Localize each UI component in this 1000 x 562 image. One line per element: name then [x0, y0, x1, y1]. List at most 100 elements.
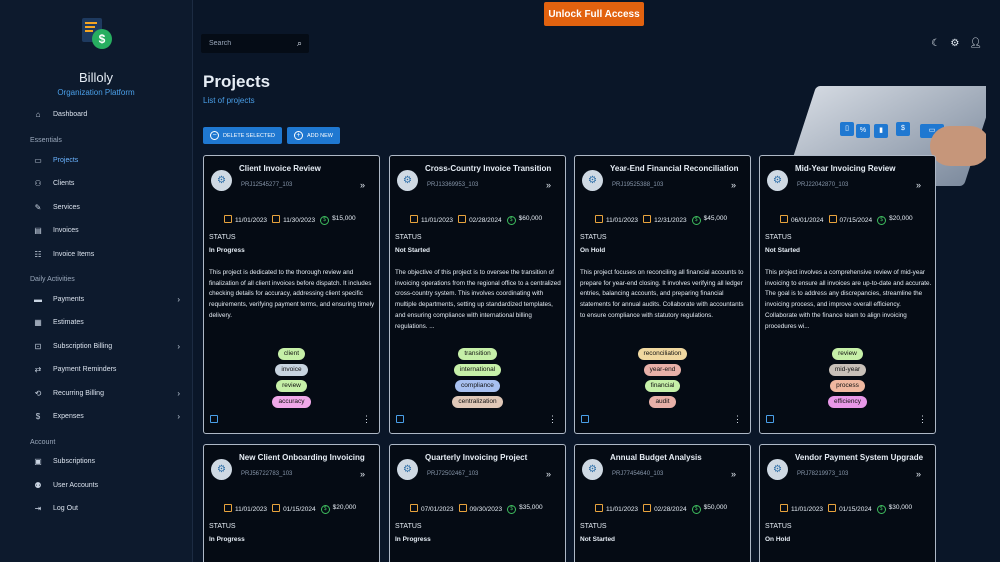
- tag[interactable]: accuracy: [272, 396, 311, 408]
- status-label: STATUS: [765, 523, 792, 530]
- select-checkbox[interactable]: [210, 415, 218, 423]
- sidebar-item-label: Payment Reminders: [53, 365, 117, 373]
- project-meta: 11/01/2023 01/15/2024 $ $20,000: [224, 503, 356, 514]
- user-icon[interactable]: 👤︎: [969, 38, 982, 49]
- sidebar-item-subscription-billing[interactable]: ⊡ Subscription Billing ›: [33, 339, 188, 353]
- search-box[interactable]: ⌕: [201, 34, 309, 53]
- sidebar-item-payment-reminders[interactable]: ⇄ Payment Reminders: [33, 362, 188, 376]
- select-checkbox[interactable]: [581, 415, 589, 423]
- end-date: 01/15/2024: [283, 506, 316, 513]
- calendar-icon: [458, 504, 467, 512]
- tag[interactable]: compliance: [455, 380, 500, 392]
- project-card[interactable]: ⚙ New Client Onboarding Invoicing PRJ56722…: [203, 444, 380, 562]
- expand-icon[interactable]: »: [916, 469, 921, 479]
- sidebar-item-dashboard[interactable]: ⌂ Dashboard: [33, 107, 188, 121]
- tag[interactable]: invoice: [275, 364, 308, 376]
- tag[interactable]: reconciliation: [637, 348, 688, 360]
- project-card[interactable]: ⚙ Annual Budget Analysis PRJ77454640_103 » 1…: [574, 444, 751, 562]
- section-essentials: Essentials: [30, 137, 62, 144]
- status-label: STATUS: [395, 234, 422, 241]
- tag[interactable]: mid-year: [828, 364, 867, 376]
- status-value: Not Started: [580, 536, 616, 543]
- search-input[interactable]: [209, 40, 289, 47]
- project-card[interactable]: ⚙ Cross-Country Invoice Transition PRJ1336…: [389, 155, 566, 434]
- tag[interactable]: transition: [458, 348, 497, 360]
- sidebar-item-log-out[interactable]: ⇥ Log Out: [33, 501, 188, 515]
- status-label: STATUS: [580, 523, 607, 530]
- project-avatar-icon: ⚙: [767, 170, 788, 191]
- end-date: 09/30/2023: [469, 506, 503, 513]
- section-account: Account: [30, 439, 56, 446]
- project-avatar-icon: ⚙: [582, 170, 603, 191]
- app-logo: $: [78, 18, 114, 54]
- sidebar-item-clients[interactable]: ⚇ Clients: [33, 176, 188, 190]
- tag[interactable]: financial: [644, 380, 681, 392]
- start-date: 11/01/2023: [235, 506, 268, 513]
- tag[interactable]: client: [277, 348, 306, 360]
- page-title: Projects: [203, 72, 271, 91]
- end-date: 12/31/2023: [654, 217, 687, 224]
- delete-selected-button[interactable]: − DELETE SELECTED: [203, 127, 282, 144]
- refresh-card-icon: ⊡: [34, 341, 42, 351]
- expand-icon[interactable]: »: [546, 469, 551, 479]
- more-options-icon[interactable]: ⋮: [362, 414, 371, 425]
- project-avatar-icon: ⚙: [211, 459, 232, 480]
- sidebar-item-invoices[interactable]: ▤ Invoices: [33, 223, 188, 237]
- tag[interactable]: international: [453, 364, 502, 376]
- status-value: On Hold: [580, 247, 606, 254]
- expand-icon[interactable]: »: [360, 469, 365, 479]
- sidebar-item-expenses[interactable]: $ Expenses ›: [33, 409, 188, 423]
- expand-icon[interactable]: »: [916, 180, 921, 190]
- select-checkbox[interactable]: [766, 415, 774, 423]
- calendar-icon: [272, 504, 281, 512]
- end-date: 01/15/2024: [839, 506, 872, 513]
- status-value: On Hold: [765, 536, 791, 543]
- unlock-full-access-button[interactable]: Unlock Full Access: [544, 2, 644, 26]
- status-label: STATUS: [209, 523, 236, 530]
- tag[interactable]: audit: [649, 396, 676, 408]
- project-id: PRJ12545277_103: [241, 182, 293, 188]
- dollar-icon: $: [320, 215, 330, 225]
- sidebar-item-recurring-billing[interactable]: ⟲ Recurring Billing ›: [33, 386, 188, 400]
- tag[interactable]: efficiency: [828, 396, 867, 408]
- expand-icon[interactable]: »: [546, 180, 551, 190]
- sidebar-item-user-accounts[interactable]: ⚉ User Accounts: [33, 478, 188, 492]
- chevron-right-icon: ›: [177, 341, 180, 351]
- project-card[interactable]: ⚙ Client Invoice Review PRJ12545277_103 » 11…: [203, 155, 380, 434]
- sidebar-item-label: Dashboard: [53, 110, 88, 118]
- search-icon[interactable]: ⌕: [297, 38, 302, 49]
- sidebar-item-payments[interactable]: ▬ Payments ›: [33, 292, 188, 306]
- select-checkbox[interactable]: [396, 415, 404, 423]
- brand: $ Billoly Organization Platform: [0, 0, 192, 97]
- more-options-icon[interactable]: ⋮: [733, 414, 742, 425]
- tag[interactable]: centralization: [452, 396, 503, 408]
- more-options-icon[interactable]: ⋮: [918, 414, 927, 425]
- start-date: 11/01/2023: [606, 506, 639, 513]
- sidebar-item-subscriptions[interactable]: ▣ Subscriptions: [33, 454, 188, 468]
- sidebar-item-estimates[interactable]: ▦ Estimates: [33, 315, 188, 329]
- repeat-icon: ⟲: [34, 388, 42, 398]
- sidebar-item-services[interactable]: ✎ Services: [33, 200, 188, 214]
- sidebar-item-invoice-items[interactable]: ☷ Invoice Items: [33, 247, 188, 261]
- tag[interactable]: year-end: [643, 364, 682, 376]
- project-card[interactable]: ⚙ Year-End Financial Reconciliation PRJ195…: [574, 155, 751, 434]
- project-amount: $50,000: [703, 503, 728, 511]
- expand-icon[interactable]: »: [731, 469, 736, 479]
- project-title: Vendor Payment System Upgrade: [795, 453, 924, 462]
- expand-icon[interactable]: »: [731, 180, 736, 190]
- tag[interactable]: process: [830, 380, 865, 392]
- add-new-button[interactable]: + ADD NEW: [287, 127, 340, 144]
- sidebar-item-projects[interactable]: ▭ Projects: [33, 153, 188, 167]
- more-options-icon[interactable]: ⋮: [548, 414, 557, 425]
- tag[interactable]: review: [832, 348, 863, 360]
- dark-mode-icon[interactable]: ☾: [931, 38, 940, 49]
- sidebar-item-label: Invoices: [53, 226, 79, 234]
- project-card[interactable]: ⚙ Quarterly Invoicing Project PRJ72502467_…: [389, 444, 566, 562]
- project-id: PRJ78219973_103: [797, 471, 849, 477]
- gear-icon[interactable]: ⚙: [950, 38, 959, 49]
- expand-icon[interactable]: »: [360, 180, 365, 190]
- project-card[interactable]: ⚙ Vendor Payment System Upgrade PRJ7821997…: [759, 444, 936, 562]
- sidebar-item-label: Subscriptions: [53, 457, 96, 465]
- tag[interactable]: review: [276, 380, 307, 392]
- project-card[interactable]: ⚙ Mid-Year Invoicing Review PRJ22042870_10…: [759, 155, 936, 434]
